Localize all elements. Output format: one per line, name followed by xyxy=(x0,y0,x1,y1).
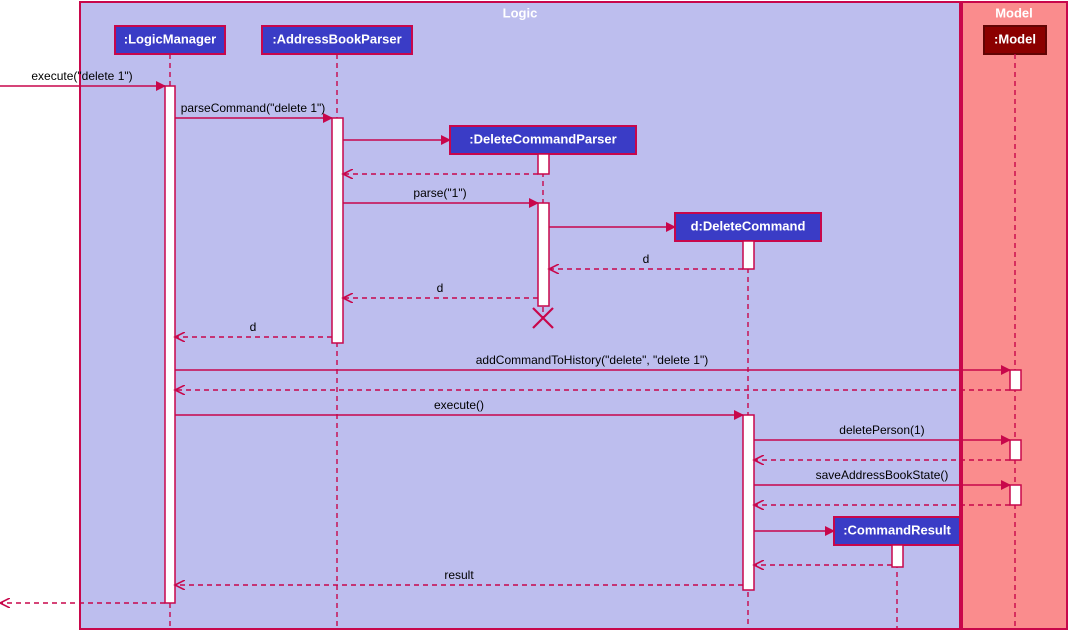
msg-return-result-label: result xyxy=(444,568,474,582)
activation-deletecommand-1 xyxy=(743,241,754,269)
msg-return-d2-label: d xyxy=(437,281,444,295)
msg-parse-label: parse("1") xyxy=(413,186,466,200)
frame-model-label: Model xyxy=(995,5,1033,20)
frame-logic-label: Logic xyxy=(503,5,538,20)
msg-execute-in-label: execute("delete 1") xyxy=(31,69,132,83)
activation-deletecommandparser-1 xyxy=(538,154,549,174)
msg-savestate-label: saveAddressBookState() xyxy=(816,468,949,482)
msg-return-d3-label: d xyxy=(250,320,257,334)
msg-execute-label: execute() xyxy=(434,398,484,412)
frame-logic xyxy=(80,2,960,629)
msg-parsecommand-label: parseCommand("delete 1") xyxy=(181,101,326,115)
lifeline-deletecommandparser-label: :DeleteCommandParser xyxy=(469,131,616,146)
activation-deletecommand-2 xyxy=(743,415,754,590)
lifeline-deletecommand-label: d:DeleteCommand xyxy=(691,218,806,233)
lifeline-addressbookparser-label: :AddressBookParser xyxy=(272,31,401,46)
activation-model-3 xyxy=(1010,485,1021,505)
activation-model-1 xyxy=(1010,370,1021,390)
activation-addressbookparser xyxy=(332,118,343,343)
activation-commandresult xyxy=(892,545,903,567)
activation-deletecommandparser-2 xyxy=(538,203,549,306)
activation-model-2 xyxy=(1010,440,1021,460)
msg-deleteperson-label: deletePerson(1) xyxy=(839,423,924,437)
msg-addcommandtohistory-label: addCommandToHistory("delete", "delete 1"… xyxy=(476,353,708,367)
sequence-diagram: Logic Model :LogicManager :AddressBookPa… xyxy=(0,0,1069,633)
msg-return-d1-label: d xyxy=(643,252,650,266)
activation-logicmanager xyxy=(165,86,175,603)
lifeline-commandresult-label: :CommandResult xyxy=(843,522,951,537)
lifeline-model-label: :Model xyxy=(994,31,1036,46)
lifeline-logicmanager-label: :LogicManager xyxy=(124,31,216,46)
